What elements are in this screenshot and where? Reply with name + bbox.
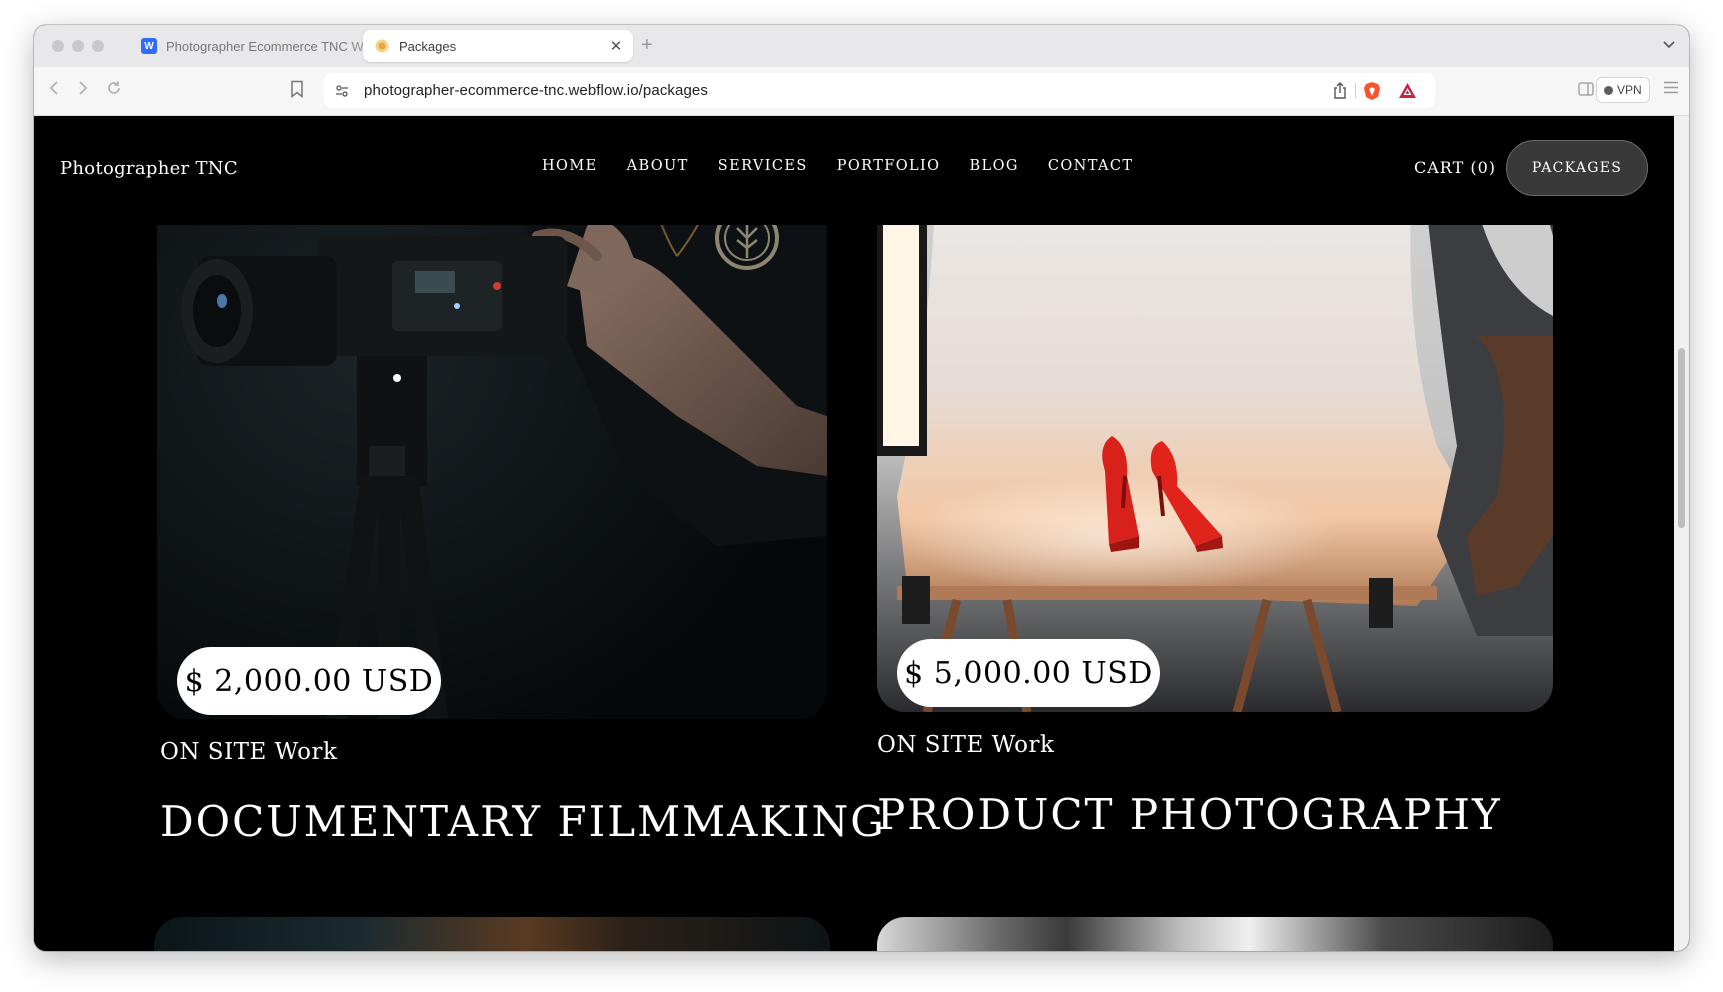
url-text[interactable]: photographer-ecommerce-tnc.webflow.io/pa… <box>364 82 708 99</box>
sidebar-icon[interactable] <box>1578 82 1594 101</box>
vpn-button[interactable]: VPN <box>1596 77 1650 103</box>
zoom-window-button[interactable] <box>92 40 104 52</box>
package-title[interactable]: PRODUCT PHOTOGRAPHY <box>877 790 1502 839</box>
cart-count: (0) <box>1470 158 1496 177</box>
divider <box>1355 83 1356 98</box>
brave-shields-icon[interactable] <box>1363 81 1381 106</box>
webflow-favicon-icon: W <box>141 38 157 54</box>
tab-label: Packages <box>399 38 457 54</box>
cart-link[interactable]: CART (0) <box>1414 158 1496 177</box>
nav-blog[interactable]: BLOG <box>969 158 1018 174</box>
price-badge: $ 5,000.00 USD <box>897 639 1160 707</box>
packages-button[interactable]: PACKAGES <box>1506 140 1648 196</box>
menu-icon[interactable] <box>1663 79 1679 99</box>
sun-favicon-icon <box>374 38 390 54</box>
cart-label: CART <box>1414 158 1465 177</box>
next-package-photo <box>154 917 830 951</box>
reload-icon[interactable] <box>106 79 122 101</box>
price-badge: $ 2,000.00 USD <box>177 647 441 715</box>
close-tab-icon[interactable]: ✕ <box>605 37 627 55</box>
forward-icon[interactable] <box>77 79 89 101</box>
new-tab-button[interactable]: + <box>641 34 653 56</box>
tab-list-chevron-icon[interactable] <box>1663 37 1675 52</box>
package-title[interactable]: DOCUMENTARY FILMMAKING <box>160 797 886 846</box>
main-nav: HOME ABOUT SERVICES PORTFOLIO BLOG CONTA… <box>542 158 1162 174</box>
nav-services[interactable]: SERVICES <box>718 158 808 174</box>
page-viewport: Photographer TNC HOME ABOUT SERVICES POR… <box>34 116 1674 951</box>
nav-contact[interactable]: CONTACT <box>1048 158 1134 174</box>
package-card-product[interactable]: $ 5,000.00 USD ON SITE Work PRODUCT PHOT… <box>877 116 1553 876</box>
vpn-label: VPN <box>1617 83 1642 97</box>
scrollbar[interactable] <box>1674 116 1689 951</box>
browser-window: W Photographer Ecommerce TNC Webflow Pac… <box>34 25 1689 951</box>
next-package-photo <box>877 917 1553 951</box>
share-icon[interactable] <box>1333 82 1347 104</box>
tab-webflow[interactable]: W Photographer Ecommerce TNC Webflow <box>130 30 388 62</box>
nav-about[interactable]: ABOUT <box>627 158 689 174</box>
site-header: Photographer TNC HOME ABOUT SERVICES POR… <box>34 116 1674 225</box>
vpn-status-icon <box>1604 85 1613 95</box>
rewards-triangle-icon[interactable] <box>1398 82 1417 104</box>
tab-strip: W Photographer Ecommerce TNC Webflow Pac… <box>34 25 1689 67</box>
minimize-window-button[interactable] <box>72 40 84 52</box>
bookmark-icon[interactable] <box>290 80 304 103</box>
close-window-button[interactable] <box>52 40 64 52</box>
package-kicker: ON SITE Work <box>877 732 1055 758</box>
address-bar[interactable]: photographer-ecommerce-tnc.webflow.io/pa… <box>324 73 1435 108</box>
browser-toolbar: photographer-ecommerce-tnc.webflow.io/pa… <box>34 67 1689 116</box>
nav-portfolio[interactable]: PORTFOLIO <box>837 158 941 174</box>
nav-home[interactable]: HOME <box>542 158 598 174</box>
tab-packages[interactable]: Packages ✕ <box>363 30 633 62</box>
package-card-documentary[interactable]: $ 2,000.00 USD ON SITE Work DOCUMENTARY … <box>157 116 884 876</box>
site-logo[interactable]: Photographer TNC <box>60 158 238 179</box>
package-kicker: ON SITE Work <box>160 739 338 765</box>
scrollbar-thumb[interactable] <box>1678 348 1685 528</box>
tab-label: Photographer Ecommerce TNC Webflow <box>166 38 388 54</box>
back-icon[interactable] <box>48 79 60 101</box>
site-settings-icon[interactable] <box>335 84 349 98</box>
